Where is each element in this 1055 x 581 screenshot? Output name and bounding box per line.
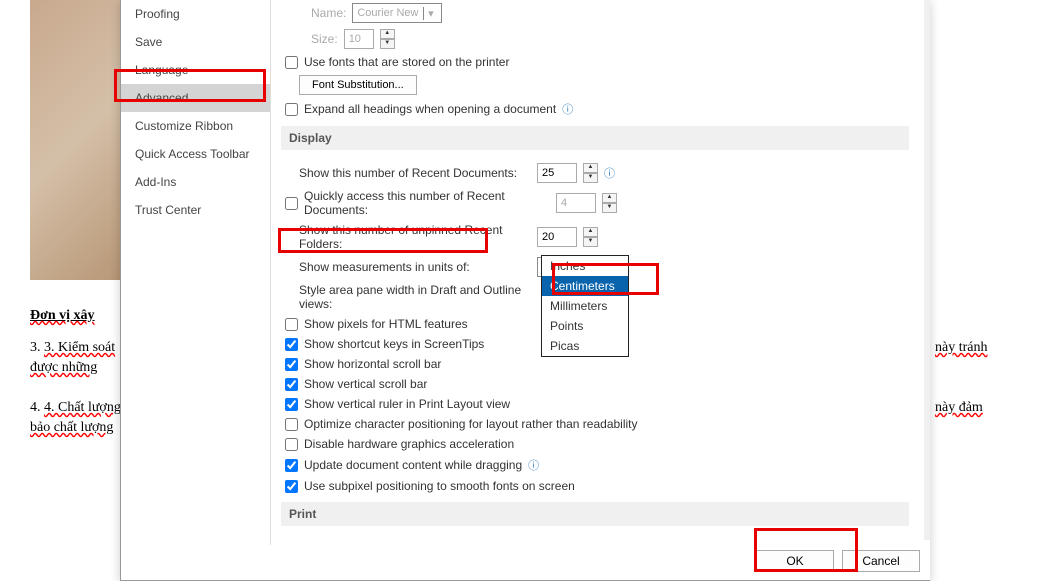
dropdown-opt-millimeters[interactable]: Millimeters: [542, 296, 628, 316]
quick-access-input: [556, 193, 596, 213]
recent-folders-label: Show this number of unpinned Recent Fold…: [281, 223, 531, 251]
doc-line: bảo chất lượng: [30, 420, 113, 436]
doc-line: được những: [30, 360, 97, 376]
info-icon[interactable]: ⓘ: [528, 457, 539, 473]
info-icon[interactable]: ⓘ: [604, 165, 615, 181]
quick-access-checkbox[interactable]: [285, 197, 298, 210]
units-dropdown[interactable]: Inches Centimeters Millimeters Points Pi…: [541, 255, 629, 357]
spinner-down-icon: ▼: [380, 39, 395, 49]
options-content: Name: Courier New▾ Size: ▲▼ Use fonts th…: [271, 0, 919, 540]
options-sidebar: Proofing Save Language Advanced Customiz…: [121, 0, 271, 545]
dropdown-opt-points[interactable]: Points: [542, 316, 628, 336]
shortcut-keys-label: Show shortcut keys in ScreenTips: [304, 337, 484, 351]
h-scrollbar-label: Show horizontal scroll bar: [304, 357, 441, 371]
spinner-up-icon[interactable]: ▲: [583, 227, 598, 237]
sidebar-item-add-ins[interactable]: Add-Ins: [121, 168, 270, 196]
doc-line: này tránh: [935, 340, 987, 356]
update-dragging-label: Update document content while dragging: [304, 458, 522, 472]
spinner-up-icon[interactable]: ▲: [583, 163, 598, 173]
v-ruler-label: Show vertical ruler in Print Layout view: [304, 397, 510, 411]
dropdown-opt-centimeters[interactable]: Centimeters: [542, 276, 628, 296]
doc-line: 4. 4. Chất lượng: [30, 400, 121, 416]
spinner-down-icon[interactable]: ▼: [583, 173, 598, 183]
ok-button[interactable]: OK: [756, 550, 834, 572]
subpixel-label: Use subpixel positioning to smooth fonts…: [304, 479, 575, 493]
subpixel-checkbox[interactable]: [285, 480, 298, 493]
h-scrollbar-checkbox[interactable]: [285, 358, 298, 371]
sidebar-item-save[interactable]: Save: [121, 28, 270, 56]
doc-line: này đảm: [935, 400, 983, 416]
shortcut-keys-checkbox[interactable]: [285, 338, 298, 351]
use-fonts-printer-label: Use fonts that are stored on the printer: [304, 55, 509, 69]
sidebar-item-customize-ribbon[interactable]: Customize Ribbon: [121, 112, 270, 140]
optimize-char-label: Optimize character positioning for layou…: [304, 417, 638, 431]
size-label: Size:: [281, 32, 338, 46]
name-label: Name:: [281, 6, 346, 20]
recent-docs-label: Show this number of Recent Documents:: [281, 166, 531, 180]
spinner-down-icon: ▼: [602, 203, 617, 213]
draft-quality-checkbox[interactable]: [285, 540, 298, 541]
background-image: [30, 0, 120, 280]
sidebar-item-proofing[interactable]: Proofing: [121, 0, 270, 28]
pixels-html-label: Show pixels for HTML features: [304, 317, 468, 331]
v-ruler-checkbox[interactable]: [285, 398, 298, 411]
v-scrollbar-label: Show vertical scroll bar: [304, 377, 427, 391]
style-area-label: Style area pane width in Draft and Outli…: [281, 283, 531, 311]
expand-headings-checkbox[interactable]: [285, 103, 298, 116]
info-icon[interactable]: ⓘ: [562, 101, 573, 117]
sidebar-item-trust-center[interactable]: Trust Center: [121, 196, 270, 224]
spinner-up-icon: ▲: [602, 193, 617, 203]
dialog-button-bar: OK Cancel: [756, 546, 920, 576]
sidebar-item-advanced[interactable]: Advanced: [121, 84, 270, 112]
draft-quality-label: Use draft quality: [304, 539, 391, 540]
font-substitution-button[interactable]: Font Substitution...: [299, 75, 417, 95]
quick-access-label: Quickly access this number of Recent Doc…: [304, 189, 550, 217]
expand-headings-label: Expand all headings when opening a docum…: [304, 102, 556, 116]
use-fonts-printer-checkbox[interactable]: [285, 56, 298, 69]
display-section-header: Display: [281, 126, 909, 150]
recent-folders-input[interactable]: [537, 227, 577, 247]
sidebar-item-language[interactable]: Language: [121, 56, 270, 84]
disable-hw-checkbox[interactable]: [285, 438, 298, 451]
measurements-label: Show measurements in units of:: [281, 260, 531, 274]
dropdown-opt-inches[interactable]: Inches: [542, 256, 628, 276]
name-select: Courier New▾: [352, 3, 442, 23]
recent-docs-input[interactable]: [537, 163, 577, 183]
cancel-button[interactable]: Cancel: [842, 550, 920, 572]
optimize-char-checkbox[interactable]: [285, 418, 298, 431]
print-section-header: Print: [281, 502, 909, 526]
sidebar-item-quick-access-toolbar[interactable]: Quick Access Toolbar: [121, 140, 270, 168]
v-scrollbar-checkbox[interactable]: [285, 378, 298, 391]
spinner-up-icon: ▲: [380, 29, 395, 39]
doc-line: 3. 3. Kiểm soát: [30, 340, 115, 356]
doc-heading: Đơn vị xây: [30, 308, 95, 324]
update-dragging-checkbox[interactable]: [285, 459, 298, 472]
size-input: [344, 29, 374, 49]
spinner-down-icon[interactable]: ▼: [583, 237, 598, 247]
disable-hw-label: Disable hardware graphics acceleration: [304, 437, 514, 451]
pixels-html-checkbox[interactable]: [285, 318, 298, 331]
dropdown-opt-picas[interactable]: Picas: [542, 336, 628, 356]
options-dialog: Proofing Save Language Advanced Customiz…: [120, 0, 930, 581]
